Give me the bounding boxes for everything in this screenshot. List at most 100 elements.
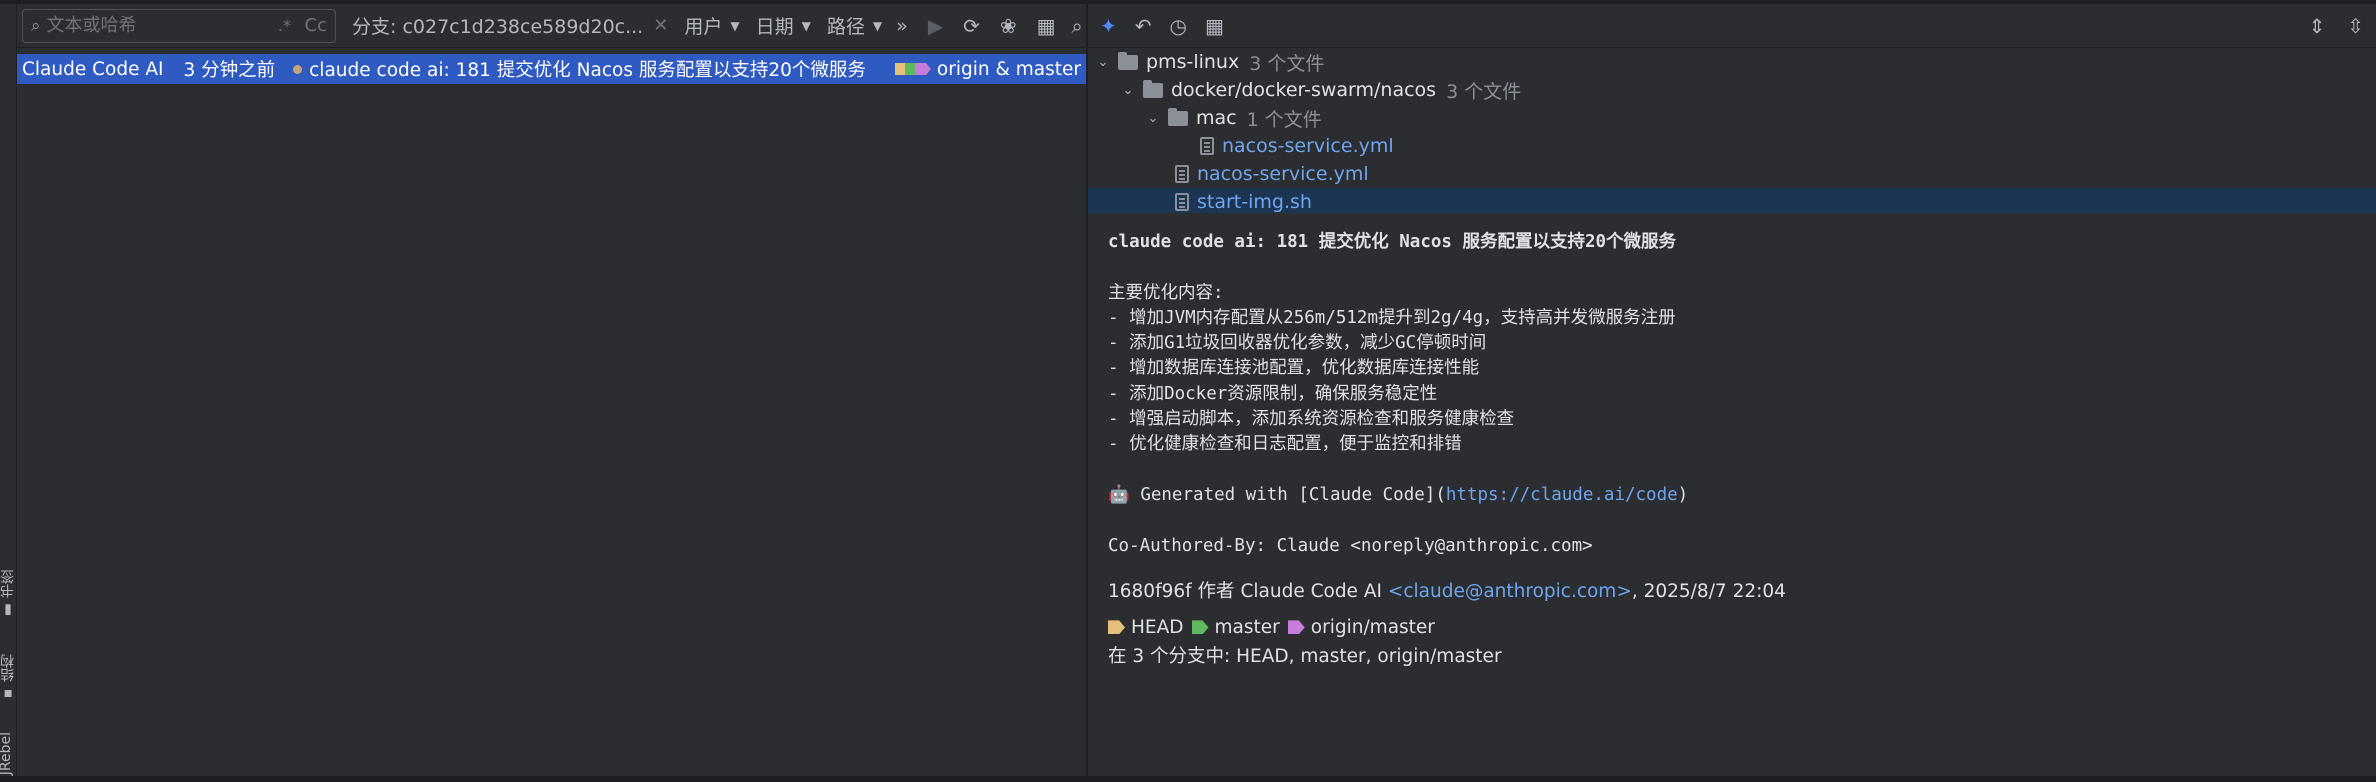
bookmarks-tool-tab[interactable]: ▮ 书签 bbox=[0, 570, 18, 618]
refresh-icon[interactable]: ⟳ bbox=[963, 14, 980, 38]
history-icon[interactable]: ◷ bbox=[1170, 14, 1187, 38]
author-email-link[interactable]: <claude@anthropic.com> bbox=[1388, 581, 1632, 602]
changes-toolbar: ✦ ↶ ◷ ▦ ⇕ ⇳ bbox=[1088, 4, 2376, 48]
folder-icon bbox=[1118, 51, 1138, 70]
commit-list-pane: ⌕ .* Cc 分支: c027c1d238ce589d20c... ✕ 用户 … bbox=[17, 4, 1086, 778]
log-filter-toolbar: ⌕ .* Cc 分支: c027c1d238ce589d20c... ✕ 用户 … bbox=[17, 4, 1086, 48]
expand-all-icon[interactable]: ⇕ bbox=[2308, 14, 2325, 38]
generated-suffix: ) bbox=[1677, 484, 1689, 505]
tree-subdir-name: mac bbox=[1196, 107, 1237, 129]
tree-root-count: 3 个文件 bbox=[1249, 52, 1325, 75]
commit-author: Claude Code AI bbox=[22, 58, 164, 80]
tree-subdir-node[interactable]: ⌄ mac 1 个文件 bbox=[1088, 104, 2376, 132]
commit-hash[interactable]: 1680f96f bbox=[1108, 581, 1192, 602]
date-filter-label: 日期 bbox=[755, 16, 794, 38]
commit-row-selected[interactable]: Claude Code AI 3 分钟之前 claude code ai: 18… bbox=[17, 54, 1086, 84]
collapse-all-icon[interactable]: ⇳ bbox=[2347, 14, 2364, 38]
clear-branch-filter-icon[interactable]: ✕ bbox=[653, 15, 668, 36]
path-filter-label: 路径 bbox=[826, 16, 865, 38]
cherry-icon[interactable]: ❀ bbox=[1000, 14, 1017, 38]
commit-refs-line: HEAD master origin/master bbox=[1108, 617, 2358, 638]
commit-date: , 2025/8/7 22:04 bbox=[1631, 580, 1786, 602]
tag-icon bbox=[1287, 620, 1305, 635]
co-authored-by: Co-Authored-By: Claude <noreply@anthropi… bbox=[1108, 535, 1593, 556]
commit-time: 3 分钟之前 bbox=[183, 60, 276, 81]
tag-icon bbox=[1108, 620, 1125, 635]
ref-label: master bbox=[1214, 616, 1280, 638]
claude-code-link[interactable]: https://claude.ai/code bbox=[1446, 485, 1678, 505]
chevron-down-icon[interactable]: ⌄ bbox=[1146, 111, 1160, 126]
commit-refs: origin & master bbox=[894, 59, 1081, 80]
tree-file-node[interactable]: nacos-service.yml bbox=[1088, 160, 2376, 188]
more-actions-button[interactable]: » bbox=[896, 15, 908, 37]
log-search-box[interactable]: ⌕ .* Cc bbox=[22, 8, 336, 43]
tree-controls: ⇕ ⇳ bbox=[2308, 14, 2364, 38]
tree-file-node-selected[interactable]: start-img.sh bbox=[1088, 188, 2376, 213]
grid-options-icon[interactable]: ▦ bbox=[1037, 14, 1056, 38]
commit-meta-line: 1680f96f 作者 Claude Code AI <claude@anthr… bbox=[1108, 577, 2358, 603]
commit-message-details: claude code ai: 181 提交优化 Nacos 服务配置以支持20… bbox=[1108, 230, 2358, 668]
user-filter-label: 用户 bbox=[684, 16, 723, 38]
revert-icon[interactable]: ↶ bbox=[1135, 14, 1152, 38]
tree-subdir-count: 1 个文件 bbox=[1246, 108, 1322, 131]
pin-icon[interactable]: ✦ bbox=[1100, 14, 1117, 38]
yaml-file-icon bbox=[1200, 137, 1214, 155]
commit-graph-dot bbox=[293, 64, 303, 74]
commit-bullet: - 增加数据库连接池配置，优化数据库连接性能 bbox=[1108, 358, 1480, 379]
chevron-down-icon[interactable]: ⌄ bbox=[1096, 55, 1110, 70]
author-label: 作者 bbox=[1197, 580, 1235, 602]
folder-icon bbox=[1168, 107, 1188, 126]
ref-head[interactable]: HEAD bbox=[1108, 617, 1184, 638]
regex-icon[interactable]: .* bbox=[278, 16, 291, 35]
generated-prefix: 🤖 Generated with [Claude Code]( bbox=[1108, 484, 1446, 505]
tree-file-node[interactable]: nacos-service.yml bbox=[1088, 132, 2376, 160]
ref-label: origin/master bbox=[1310, 616, 1435, 638]
commit-bullet: - 添加G1垃圾回收器优化参数，减少GC停顿时间 bbox=[1108, 333, 1487, 354]
commit-bullet: - 增加JVM内存配置从256m/512m提升到2g/4g，支持高并发微服务注册 bbox=[1108, 307, 1676, 328]
search-icon: ⌕ bbox=[31, 15, 41, 36]
chevron-down-icon[interactable]: ⌄ bbox=[1121, 83, 1135, 98]
tree-dir-node[interactable]: ⌄ docker/docker-swarm/nacos 3 个文件 bbox=[1088, 76, 2376, 104]
contained-in-branches: 在 3 个分支中: HEAD, master, origin/master bbox=[1108, 645, 1502, 667]
tree-dir-count: 3 个文件 bbox=[1446, 80, 1522, 103]
jrebel-label: JRebel bbox=[0, 732, 14, 776]
yaml-file-icon bbox=[1175, 165, 1189, 183]
structure-tool-tab[interactable]: ▪ 结构 bbox=[0, 654, 18, 702]
tree-file-name: nacos-service.yml bbox=[1197, 163, 1369, 185]
tag-icon bbox=[894, 63, 931, 75]
jrebel-tool-tab[interactable]: JRebel bbox=[0, 732, 14, 775]
ref-label: HEAD bbox=[1131, 616, 1184, 638]
bookmark-icon: ▮ bbox=[0, 602, 16, 618]
folder-icon bbox=[1143, 79, 1163, 98]
commit-title: claude code ai: 181 提交优化 Nacos 服务配置以支持20… bbox=[1108, 232, 1677, 252]
ref-origin-master[interactable]: origin/master bbox=[1287, 616, 1435, 638]
tree-file-name: start-img.sh bbox=[1197, 191, 1312, 213]
branch-filter[interactable]: 分支: c027c1d238ce589d20c... ✕ bbox=[352, 12, 668, 39]
shell-file-icon bbox=[1175, 193, 1189, 211]
cherry-pick-arrow-icon[interactable]: ▶ bbox=[928, 14, 943, 38]
tree-root-node[interactable]: ⌄ pms-linux 3 个文件 bbox=[1088, 48, 2376, 76]
tree-root-name: pms-linux bbox=[1146, 51, 1240, 73]
more-label: » bbox=[896, 14, 908, 37]
log-search-input[interactable] bbox=[46, 15, 247, 36]
structure-label: 结构 bbox=[0, 654, 16, 682]
tag-icon bbox=[1191, 620, 1209, 635]
bottom-border bbox=[0, 776, 2376, 782]
chevron-down-icon: ▼ bbox=[801, 18, 811, 33]
match-case-button[interactable]: Cc bbox=[305, 15, 327, 36]
group-by-icon[interactable]: ▦ bbox=[1205, 14, 1224, 38]
chevron-down-icon: ▼ bbox=[872, 18, 883, 33]
search-icon[interactable]: ⌕ bbox=[1072, 14, 1083, 38]
date-filter[interactable]: 日期 ▼ bbox=[756, 12, 811, 39]
user-filter[interactable]: 用户 ▼ bbox=[684, 12, 739, 39]
structure-icon: ▪ bbox=[0, 686, 16, 702]
path-filter[interactable]: 路径 ▼ bbox=[827, 12, 882, 39]
tree-file-name: nacos-service.yml bbox=[1222, 135, 1394, 157]
commit-author-name: Claude Code AI bbox=[1240, 580, 1382, 602]
chevron-down-icon: ▼ bbox=[730, 18, 740, 33]
commit-details-pane: ✦ ↶ ◷ ▦ ⇕ ⇳ ⌄ pms-linux 3 个文件 ⌄ docker/d… bbox=[1088, 4, 2376, 782]
git-log-window: ▮ 书签 ▪ 结构 JRebel ⌕ .* Cc 分支: c027c1d238c… bbox=[0, 0, 2376, 782]
ref-master[interactable]: master bbox=[1191, 616, 1280, 638]
branch-filter-label: 分支: c027c1d238ce589d20c... bbox=[352, 16, 644, 38]
commit-bullet: - 添加Docker资源限制，确保服务稳定性 bbox=[1108, 383, 1438, 404]
